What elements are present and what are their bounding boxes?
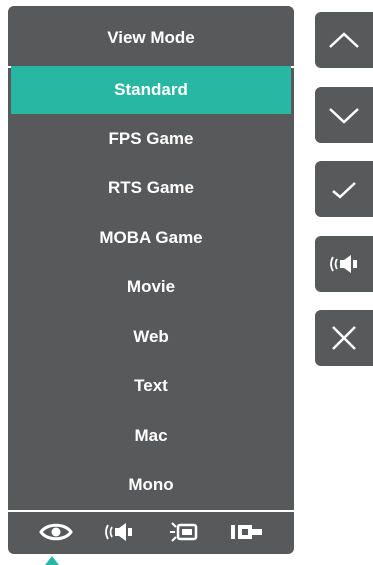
eye-icon[interactable]: [36, 516, 76, 548]
audio-icon: [330, 254, 357, 273]
side-button-column: [315, 12, 373, 385]
close-icon: [332, 326, 356, 350]
osd-menu-panel: View Mode Standard FPS Game RTS Game MOB…: [8, 6, 294, 554]
menu-item-rts-game[interactable]: RTS Game: [11, 164, 291, 214]
menu-item-web[interactable]: Web: [11, 312, 291, 362]
menu-item-standard[interactable]: Standard: [11, 66, 291, 114]
input-icon[interactable]: [226, 516, 266, 548]
brightness-icon[interactable]: [163, 516, 203, 548]
menu-item-fps-game[interactable]: FPS Game: [11, 114, 291, 164]
menu-item-mac[interactable]: Mac: [11, 411, 291, 461]
up-arrow-icon: [329, 32, 359, 48]
active-tab-indicator: [45, 556, 59, 565]
up-button[interactable]: [315, 12, 373, 68]
menu-item-moba-game[interactable]: MOBA Game: [11, 213, 291, 263]
check-icon: [332, 182, 356, 199]
menu-item-mono[interactable]: Mono: [11, 461, 291, 511]
down-button[interactable]: [315, 86, 373, 143]
down-arrow-icon: [329, 107, 359, 124]
menu-item-text[interactable]: Text: [11, 362, 291, 412]
close-button[interactable]: [315, 310, 373, 366]
audio-button[interactable]: [315, 235, 373, 292]
menu-title: View Mode: [107, 28, 195, 47]
bottom-icon-bar: [8, 509, 294, 554]
audio-icon[interactable]: [99, 516, 139, 548]
confirm-button[interactable]: [315, 161, 373, 217]
view-mode-list: Standard FPS Game RTS Game MOBA Game Mov…: [8, 66, 294, 510]
menu-item-movie[interactable]: Movie: [11, 263, 291, 313]
